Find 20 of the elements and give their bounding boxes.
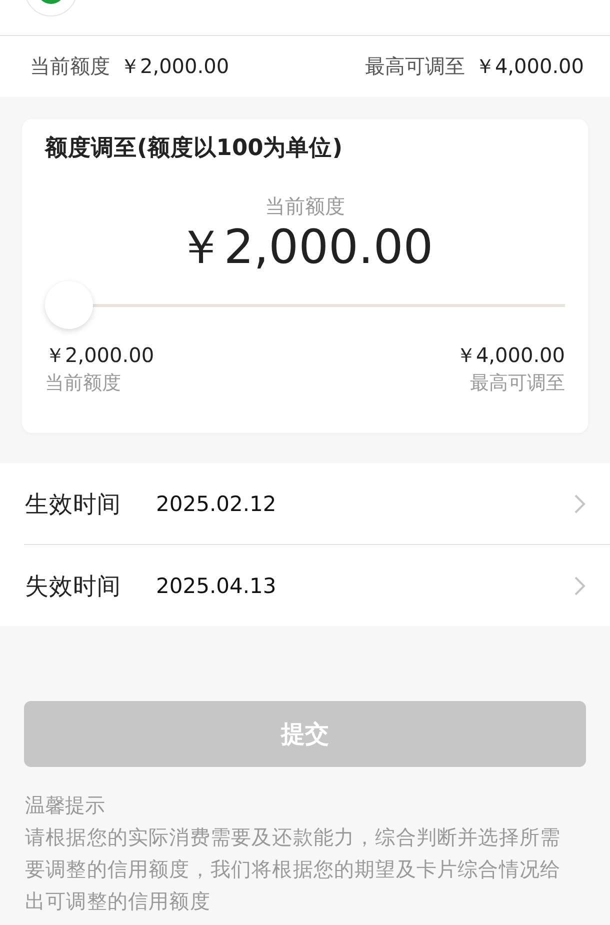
tips-text: 请根据您的实际消费需要及还款能力，综合判断并选择所需要调整的信用额度，我们将根据您的期望及卡片综合情况给出可调整的信用额度: [25, 824, 562, 915]
max-value: ￥4,000.00: [456, 342, 565, 369]
max-label: 最高可调至: [470, 371, 565, 396]
max-limit-value: ￥4,000.00: [474, 53, 584, 80]
card-title: 额度调至(额度以100为单位): [45, 134, 344, 163]
slider-thumb[interactable]: [45, 281, 93, 329]
min-label: 当前额度: [45, 371, 122, 396]
max-limit-label: 最高可调至: [364, 53, 465, 80]
tips-title: 温馨提示: [25, 792, 106, 819]
amount-value: ￥2,000.00: [176, 220, 434, 276]
amount-label: 当前额度: [265, 193, 345, 220]
date-value: 2025.04.13: [156, 574, 278, 598]
chevron-right-icon: [574, 494, 586, 514]
current-limit-label: 当前额度: [30, 53, 110, 80]
chevron-right-icon: [574, 576, 586, 596]
min-value: ￥2,000.00: [45, 342, 154, 369]
date-value: 2025.02.12: [156, 492, 278, 516]
date-label: 失效时间: [25, 570, 122, 602]
date-label: 生效时间: [25, 488, 122, 520]
current-limit-value: ￥2,000.00: [120, 53, 230, 80]
